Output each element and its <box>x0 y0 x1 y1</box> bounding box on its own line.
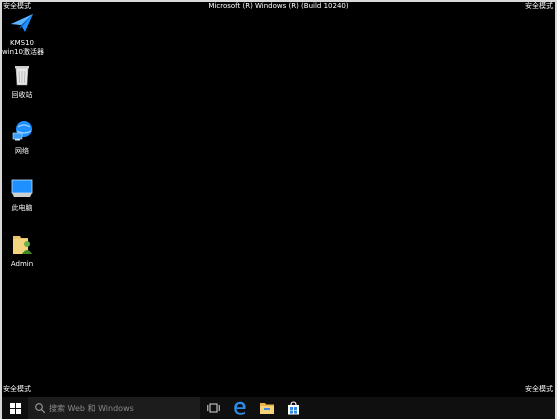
network-icon <box>12 121 32 141</box>
user-folder-icon <box>13 236 32 254</box>
desktop-icon-kms10[interactable]: KMS10 win10激活器 <box>2 11 45 57</box>
desktop-icon-this-pc[interactable]: 此电脑 <box>2 176 42 213</box>
paper-plane-icon <box>11 14 33 32</box>
search-icon <box>35 403 46 414</box>
taskbar: 搜索 Web 和 Windows <box>2 397 555 419</box>
safe-mode-label-bottom-right: 安全模式 <box>525 385 553 393</box>
desktop-icon-recycle-bin[interactable]: 回收站 <box>2 63 42 100</box>
windows-logo-icon <box>9 402 21 414</box>
edge-button[interactable] <box>228 397 252 419</box>
file-explorer-button[interactable] <box>255 397 279 419</box>
desktop-icon-admin[interactable]: Admin <box>2 232 42 269</box>
task-view-button[interactable] <box>201 397 225 419</box>
windows-build-title: Microsoft (R) Windows (R) (Build 10240) <box>208 2 349 10</box>
desktop-icon-label: 网络 <box>15 147 29 155</box>
desktop-icon-label: 此电脑 <box>11 204 33 212</box>
search-box[interactable]: 搜索 Web 和 Windows <box>28 397 200 419</box>
edge-icon <box>234 401 246 415</box>
desktop-icon-label: KMS10 win10激活器 <box>2 39 45 56</box>
desktop-icon-network[interactable]: 网络 <box>2 119 42 156</box>
task-view-icon <box>206 403 220 413</box>
store-button[interactable] <box>281 397 305 419</box>
folder-icon <box>260 403 274 414</box>
recycle-bin-icon <box>15 66 29 86</box>
desktop-icon-label: 回收站 <box>11 91 33 99</box>
desktop-icon-label: Admin <box>10 260 34 268</box>
search-placeholder: 搜索 Web 和 Windows <box>49 403 134 413</box>
store-bag-icon <box>287 401 299 415</box>
start-button[interactable] <box>2 397 28 419</box>
computer-icon <box>11 179 33 197</box>
safe-mode-label-bottom-left: 安全模式 <box>3 385 31 393</box>
